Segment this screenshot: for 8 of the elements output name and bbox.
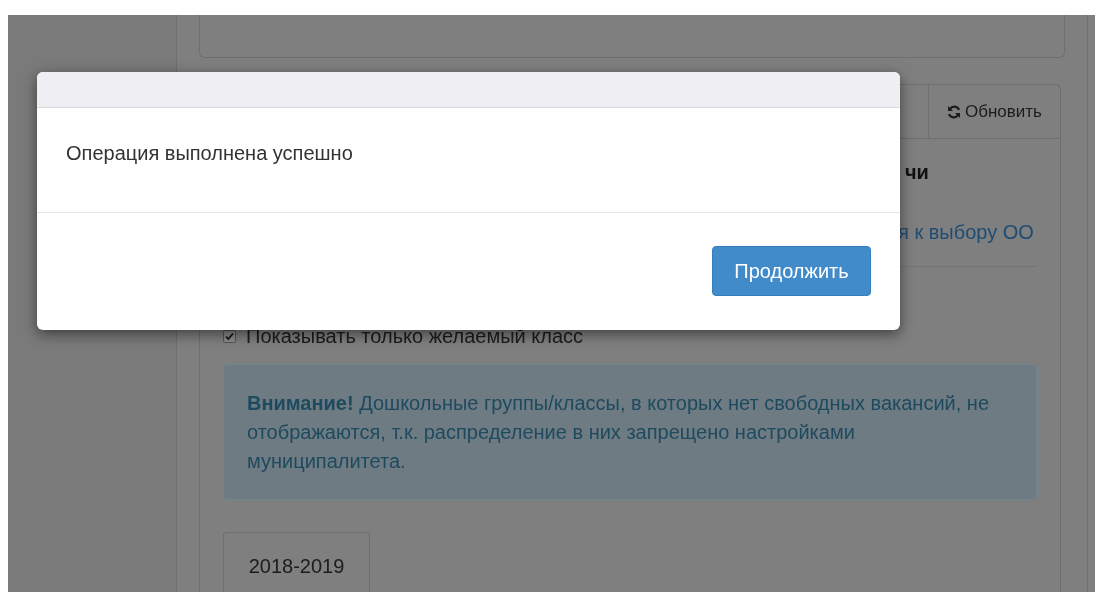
alert-text: Внимание! Дошкольные группы/классы, в которых нет свободных вакансий, не отображаются, т.к. распределение в них запрещено настройками муниципалитета.	[247, 391, 990, 474]
year-tab[interactable]: 2018-2019	[223, 532, 370, 592]
heading-fragment: чи	[905, 161, 929, 183]
modal-message: Операция выполнена успешно	[66, 142, 354, 164]
checkbox-label: Показывать только желаемый класс	[246, 325, 584, 347]
continue-button[interactable]: Продолжить	[712, 246, 871, 296]
refresh-icon	[947, 104, 961, 119]
refresh-button[interactable]: Обновить	[928, 85, 1060, 138]
